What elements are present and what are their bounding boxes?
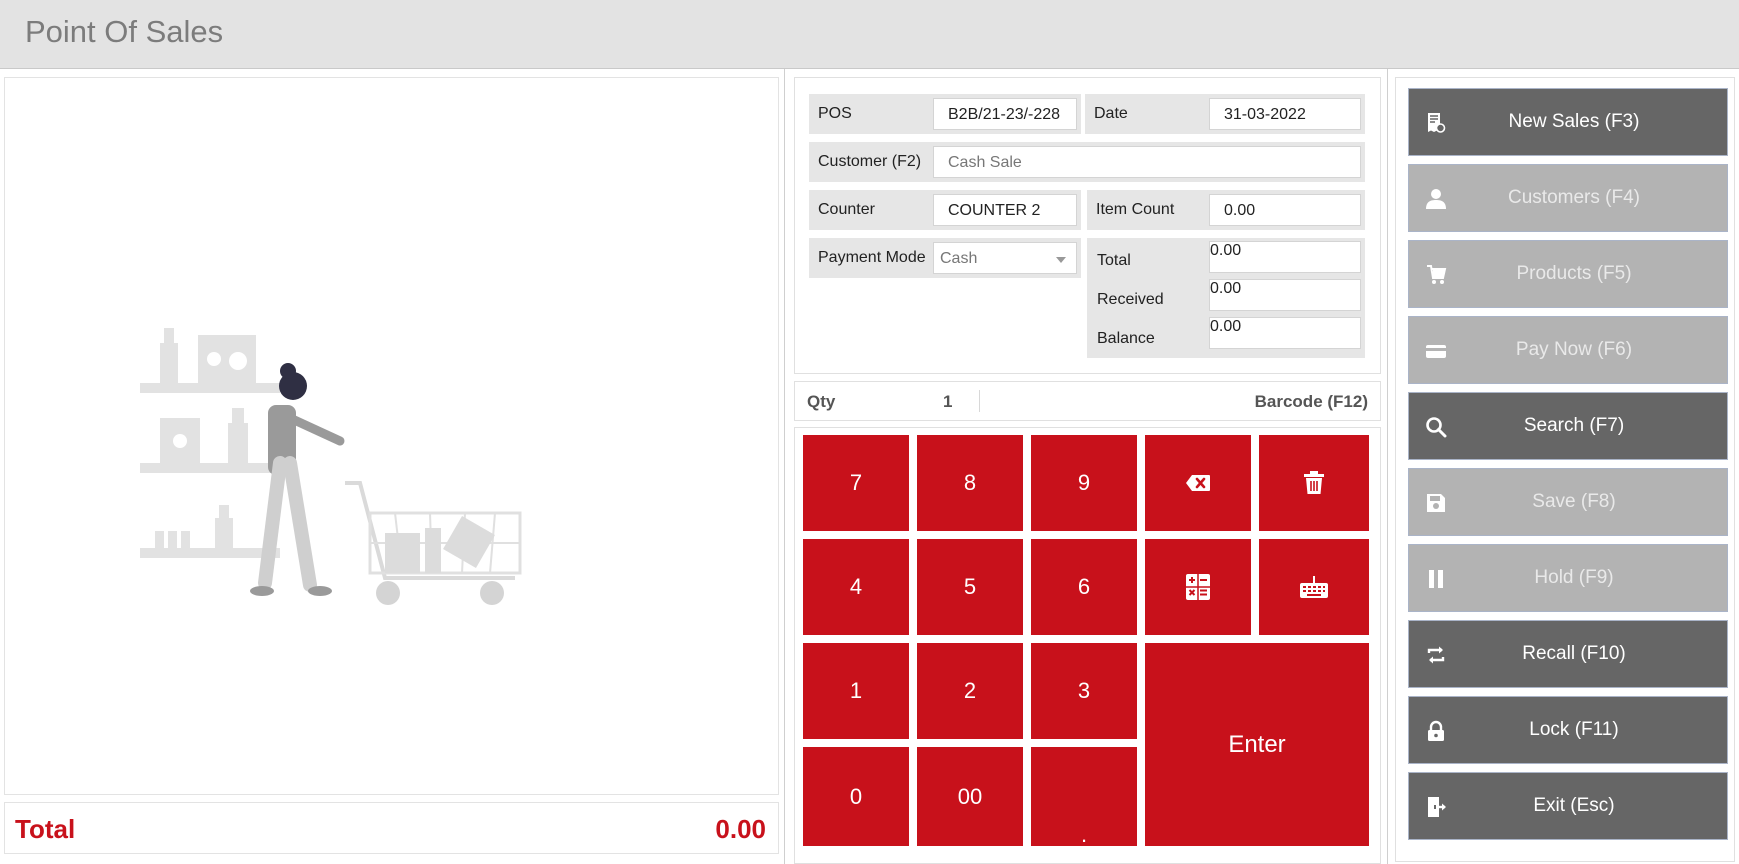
customer-label: Customer (F2) — [818, 153, 922, 170]
key-7[interactable]: 7 — [803, 435, 909, 531]
calculator-key[interactable] — [1145, 539, 1251, 635]
lock-label: Lock (F11) — [1529, 719, 1619, 740]
exit-button[interactable]: Exit (Esc) — [1408, 772, 1728, 840]
key-9[interactable]: 9 — [1031, 435, 1137, 531]
qty-label: Qty — [807, 392, 836, 411]
save-label: Save (F8) — [1532, 491, 1616, 512]
recall-label: Recall (F10) — [1522, 643, 1626, 664]
keyboard-key[interactable] — [1259, 539, 1369, 635]
pause-icon — [1429, 570, 1443, 588]
exit-icon — [1428, 797, 1446, 817]
save-button[interactable]: Save (F8) — [1408, 468, 1728, 536]
customer-field: Customer (F2) Cash Sale — [809, 142, 1365, 182]
pos-label: POS — [818, 105, 852, 122]
key-5[interactable]: 5 — [917, 539, 1023, 635]
key-6[interactable]: 6 — [1031, 539, 1137, 635]
total-label: Total — [1097, 252, 1131, 269]
card-icon — [1426, 345, 1446, 358]
balance-label: Balance — [1097, 330, 1155, 347]
date-input[interactable]: 31-03-2022 — [1209, 98, 1361, 130]
qty-input[interactable]: 1 — [943, 392, 952, 412]
pos-main-panel: POS B2B/21-23/-228 Date 31-03-2022 Custo… — [786, 69, 1388, 864]
pay-now-button[interactable]: Pay Now (F6) — [1408, 316, 1728, 384]
item-count-input[interactable]: 0.00 — [1209, 194, 1361, 226]
search-label: Search (F7) — [1523, 415, 1625, 436]
exit-label: Exit (Esc) — [1533, 795, 1615, 816]
item-count-field: Item Count 0.00 — [1087, 190, 1365, 230]
item-count-label: Item Count — [1096, 201, 1175, 218]
title-bar: Point Of Sales — [0, 0, 1739, 69]
payment-mode-select[interactable]: Cash — [933, 242, 1077, 274]
key-decimal-label: . — [1080, 822, 1088, 847]
enter-key[interactable]: Enter — [1145, 643, 1369, 846]
chevron-down-icon[interactable] — [1056, 257, 1066, 263]
actions-box: New Sales (F3) Customers (F4) Products (… — [1395, 77, 1735, 862]
date-field: Date 31-03-2022 — [1085, 94, 1365, 134]
hold-label: Hold (F9) — [1534, 567, 1614, 588]
received-amount-input[interactable]: 0.00 — [1209, 279, 1361, 311]
cart-total-bar: Total 0.00 — [4, 802, 779, 854]
backspace-key[interactable] — [1145, 435, 1251, 531]
new-sales-button[interactable]: New Sales (F3) — [1408, 88, 1728, 156]
key-4[interactable]: 4 — [803, 539, 909, 635]
recall-button[interactable]: Recall (F10) — [1408, 620, 1728, 688]
received-label: Received — [1097, 291, 1164, 308]
save-icon — [1427, 494, 1445, 512]
new-sales-label: New Sales (F3) — [1508, 111, 1640, 132]
cart-panel: Total 0.00 — [0, 69, 785, 864]
customers-label: Customers (F4) — [1508, 187, 1640, 208]
qty-barcode-bar: Qty 1 Barcode (F12) — [794, 381, 1381, 421]
key-2[interactable]: 2 — [917, 643, 1023, 739]
key-00[interactable]: 00 — [917, 747, 1023, 846]
actions-panel: New Sales (F3) Customers (F4) Products (… — [1389, 69, 1739, 864]
app-title: Point Of Sales — [25, 14, 224, 49]
date-label: Date — [1094, 105, 1128, 122]
payment-mode-label: Payment Mode — [818, 249, 926, 266]
receipt-icon — [1428, 113, 1446, 133]
cart-total-label: Total — [15, 814, 76, 844]
search-button[interactable]: Search (F7) — [1408, 392, 1728, 460]
cart-icon — [1427, 265, 1447, 284]
user-icon — [1426, 189, 1446, 209]
keypad: 7 8 9 4 5 6 1 2 3 Enter 0 00 . — [794, 427, 1381, 864]
calculator-icon — [1186, 574, 1210, 600]
products-button[interactable]: Products (F5) — [1408, 240, 1728, 308]
customer-input[interactable]: Cash Sale — [933, 146, 1361, 178]
cart-items-area[interactable] — [4, 77, 779, 795]
counter-input[interactable]: COUNTER 2 — [933, 194, 1077, 226]
pay-now-label: Pay Now (F6) — [1515, 339, 1633, 360]
empty-cart-illustration — [140, 328, 522, 605]
barcode-input[interactable]: Barcode (F12) — [1255, 392, 1368, 412]
sale-details-form: POS B2B/21-23/-228 Date 31-03-2022 Custo… — [794, 77, 1381, 374]
clear-key[interactable] — [1259, 435, 1369, 531]
total-amount: 0.00 — [1209, 241, 1361, 273]
trash-icon — [1304, 471, 1324, 494]
qty-divider — [979, 390, 980, 412]
keyboard-icon — [1300, 576, 1328, 598]
pos-number-input[interactable]: B2B/21-23/-228 — [933, 98, 1077, 130]
search-icon — [1426, 417, 1447, 438]
balance-amount: 0.00 — [1209, 317, 1361, 349]
lock-button[interactable]: Lock (F11) — [1408, 696, 1728, 764]
payment-mode-value: Cash — [940, 250, 978, 267]
recall-icon — [1427, 646, 1445, 664]
hold-button[interactable]: Hold (F9) — [1408, 544, 1728, 612]
payment-mode-field: Payment Mode Cash — [809, 238, 1081, 278]
customers-button[interactable]: Customers (F4) — [1408, 164, 1728, 232]
cart-total-value: 0.00 — [715, 814, 766, 844]
backspace-icon — [1186, 475, 1210, 491]
key-0[interactable]: 0 — [803, 747, 909, 846]
pos-field: POS B2B/21-23/-228 — [809, 94, 1081, 134]
key-decimal[interactable]: . — [1031, 747, 1137, 846]
key-3[interactable]: 3 — [1031, 643, 1137, 739]
key-1[interactable]: 1 — [803, 643, 909, 739]
totals-group: Total 0.00 Received 0.00 Balance 0.00 — [1087, 238, 1365, 358]
counter-field: Counter COUNTER 2 — [809, 190, 1081, 230]
products-label: Products (F5) — [1516, 263, 1632, 284]
lock-icon — [1428, 720, 1444, 741]
key-8[interactable]: 8 — [917, 435, 1023, 531]
counter-label: Counter — [818, 201, 875, 218]
